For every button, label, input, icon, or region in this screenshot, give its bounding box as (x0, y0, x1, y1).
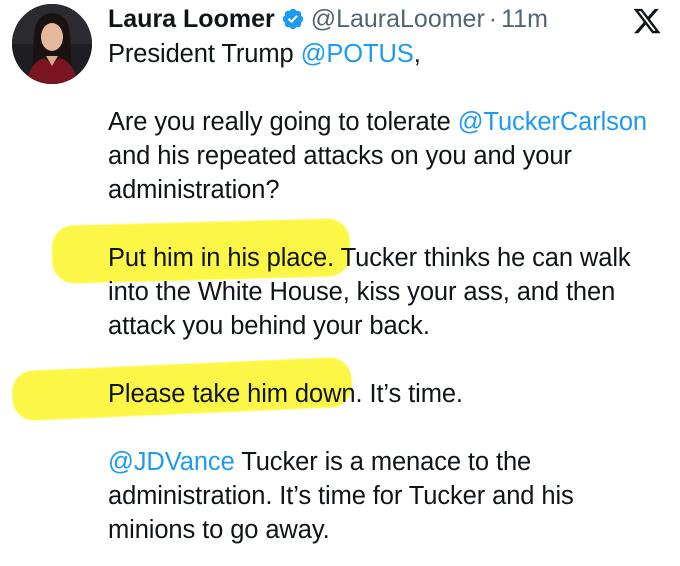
tweet-header: Laura Loomer @LauraLoomer · 11m (108, 3, 548, 35)
mention-potus-link[interactable]: @POTUS (301, 40, 414, 68)
tweet-line: administration? (108, 176, 280, 204)
highlighted-text: Put him in his place. (108, 244, 335, 272)
author-display-name[interactable]: Laura Loomer (108, 3, 275, 35)
greeting-comma: , (413, 40, 421, 68)
tweet-line: Put him in his place. Tucker thinks he c… (108, 241, 668, 275)
x-logo-icon (632, 6, 662, 36)
paragraph4-text: Tucker is a menace to the (234, 448, 532, 476)
tweet-line: and his repeated attacks on you and your (108, 142, 572, 170)
author-handle[interactable]: @LauraLoomer (311, 3, 485, 35)
tweet-line: Are you really going to tolerate @Tucker… (108, 105, 668, 139)
tweet-line: minions to go away. (108, 516, 330, 544)
mention-tuckercarlson-link[interactable]: @TuckerCarlson (458, 108, 647, 136)
greeting-text: President Trump (108, 40, 301, 68)
paragraph3-text: . It’s time. (355, 380, 463, 408)
header-separator: · (488, 5, 498, 33)
tweet-text: President Trump @POTUS, Are you really g… (108, 37, 668, 547)
verified-badge-icon (281, 7, 305, 31)
avatar-photo-icon (12, 4, 92, 84)
paragraph1-text: Are you really going to tolerate (108, 108, 458, 136)
tweet-line-greeting: President Trump @POTUS, (108, 37, 668, 71)
tweet-line: administration. It’s time for Tucker and… (108, 482, 574, 510)
tweet-line: Please take him down. It’s time. (108, 377, 668, 411)
tweet-line: into the White House, kiss your ass, and… (108, 278, 616, 306)
tweet-timestamp[interactable]: 11m (501, 3, 548, 35)
mention-jdvance-link[interactable]: @JDVance (108, 448, 235, 476)
tweet-line: attack you behind your back. (108, 312, 430, 340)
highlighted-text: Please take him down (108, 380, 356, 408)
paragraph2-text: Tucker thinks he can walk (334, 244, 631, 272)
tweet-line: @JDVance Tucker is a menace to the (108, 445, 668, 479)
avatar[interactable] (12, 4, 92, 84)
